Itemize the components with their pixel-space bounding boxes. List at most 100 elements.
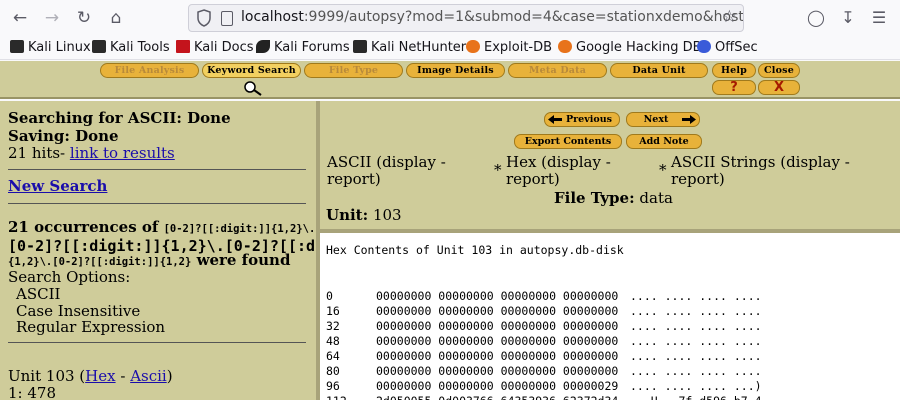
tab-image-details[interactable]: Image Details <box>406 63 505 78</box>
strings-report-link[interactable]: report <box>671 170 719 188</box>
hex-row-off: 64 <box>326 349 340 363</box>
search-options-label: Search Options: <box>8 268 131 286</box>
bookmark-label: Exploit-DB <box>484 40 553 55</box>
divider <box>8 169 306 170</box>
tab-keyword-search[interactable]: Keyword Search <box>202 63 301 78</box>
hex-row-ascii: .... .... .... ...) <box>630 379 762 393</box>
ascii-display-link[interactable]: display <box>382 153 436 171</box>
kali-forums-icon <box>256 40 270 53</box>
strings-report-line: report) <box>671 170 725 188</box>
hex-row-hex: 00000000 00000000 00000000 00000000 <box>376 334 619 348</box>
hex-row-ascii: .... .... .... .... <box>630 334 762 348</box>
hex-row-hex: 00000000 00000000 00000000 00000000 <box>376 364 619 378</box>
hex-row-ascii: .... .... .... .... <box>630 289 762 303</box>
tab-meta-data[interactable]: Meta Data <box>508 63 607 78</box>
hex-row-off: 80 <box>326 364 340 378</box>
page-icon[interactable] <box>221 11 233 26</box>
right-arrow-icon <box>682 115 696 124</box>
search-status: Searching for ASCII: Done <box>8 109 231 127</box>
bookmark-kali-forums[interactable]: Kali Forums <box>256 40 350 55</box>
kali-dragon-icon <box>92 40 106 53</box>
left-arrow-icon <box>548 115 562 124</box>
hex-row-ascii: .... .... .... .... <box>630 364 762 378</box>
hex-row-ascii: .... .... .... .... <box>630 319 762 333</box>
hex-row-off: 32 <box>326 319 340 333</box>
bookmark-label: Kali Docs <box>194 40 254 55</box>
hex-row-hex: 00000000 00000000 00000000 00000000 <box>376 349 619 363</box>
saving-status: Saving: Done <box>8 127 119 145</box>
hex-row-off: 48 <box>326 334 340 348</box>
hex-selected-marker: * <box>494 161 502 179</box>
magnifier-icon[interactable] <box>240 80 264 96</box>
autopsy-menu-bar: File Analysis Keyword Search File Type I… <box>0 61 900 99</box>
bookmark-label: Kali Linux <box>28 40 91 55</box>
hex-row-hex: 00000000 00000000 00000000 00000000 <box>376 319 619 333</box>
unit-view-header: Previous Next Export Contents Add Note A… <box>320 101 900 229</box>
hex-row-hex: 00000000 00000000 00000000 00000000 <box>376 304 619 318</box>
download-icon[interactable]: ↧ <box>836 6 860 30</box>
bookmark-kali-docs[interactable]: Kali Docs <box>176 40 254 55</box>
add-note-button[interactable]: Add Note <box>626 134 702 149</box>
bookmark-exploit-db[interactable]: Exploit-DB <box>466 40 552 55</box>
hex-report-link[interactable]: report <box>506 170 554 188</box>
ascii-view-option: ASCII (display - <box>327 153 446 171</box>
menu-icon[interactable]: ☰ <box>867 6 891 30</box>
hex-view-option: Hex (display - <box>506 153 611 171</box>
hits-line: 21 hits- link to results <box>8 144 175 162</box>
divider <box>8 342 306 343</box>
tab-file-analysis[interactable]: File Analysis <box>100 63 199 78</box>
left-results-frame: Searching for ASCII: Done Saving: Done 2… <box>0 101 378 400</box>
close-button[interactable]: X <box>758 80 800 95</box>
bookmarks-bar: Kali Linux Kali Tools Kali Docs Kali For… <box>0 36 900 60</box>
bookmark-kali-nethunter[interactable]: Kali NetHunter <box>353 40 466 55</box>
hex-row-off: 16 <box>326 304 340 318</box>
forward-arrow-icon[interactable]: → <box>40 6 64 30</box>
offsec-icon <box>697 40 711 53</box>
kali-docs-icon <box>176 40 190 53</box>
url-text[interactable]: localhost:9999/autopsy?mod=1&submod=4&ca… <box>241 9 743 25</box>
previous-button[interactable]: Previous <box>544 112 620 127</box>
unit-offset: 1: 478 <box>8 384 56 400</box>
kali-dragon-icon <box>353 40 367 53</box>
option-regex: Regular Expression <box>16 318 166 336</box>
hex-row-hex: 00000000 00000000 00000000 00000000 <box>376 289 619 303</box>
browser-toolbar: ← → ↻ ⌂ localhost:9999/autopsy?mod=1&sub… <box>0 0 900 36</box>
home-icon[interactable]: ⌂ <box>104 6 128 30</box>
strings-view-option: ASCII Strings (display - <box>671 153 850 171</box>
ascii-report-link[interactable]: report <box>327 170 375 188</box>
bookmark-star-icon[interactable]: ☆ <box>722 7 737 27</box>
ascii-report-line: report) <box>327 170 381 188</box>
new-search-link[interactable]: New Search <box>8 177 107 195</box>
bookmark-label: Kali NetHunter <box>371 40 467 55</box>
tab-help[interactable]: Help <box>712 63 756 78</box>
occurrences-line-1: 21 occurrences of [0-2]?[[:digit:]]{1,2}… <box>8 218 316 236</box>
bookmark-kali-tools[interactable]: Kali Tools <box>92 40 170 55</box>
hex-row-off: 96 <box>326 379 340 393</box>
file-type: File Type: data <box>554 189 673 207</box>
back-arrow-icon[interactable]: ← <box>8 6 32 30</box>
url-bar[interactable]: localhost:9999/autopsy?mod=1&submod=4&ca… <box>188 4 744 32</box>
unit-result: Unit 103 (Hex - Ascii) <box>8 367 173 385</box>
bookmark-label: Kali Forums <box>274 40 350 55</box>
tab-data-unit[interactable]: Data Unit <box>610 63 708 78</box>
bookmark-kali-linux[interactable]: Kali Linux <box>10 40 91 55</box>
export-contents-button[interactable]: Export Contents <box>514 134 622 149</box>
next-button[interactable]: Next <box>626 112 700 127</box>
pocket-icon[interactable]: ◯ <box>804 6 828 30</box>
tab-close[interactable]: Close <box>758 63 800 78</box>
link-to-results[interactable]: link to results <box>70 144 175 162</box>
bookmark-google-hacking-db[interactable]: Google Hacking DB <box>558 40 702 55</box>
tab-file-type[interactable]: File Type <box>304 63 403 78</box>
strings-display-link[interactable]: display <box>786 153 840 171</box>
reload-icon[interactable]: ↻ <box>72 6 96 30</box>
help-button[interactable]: ? <box>712 80 756 95</box>
unit-hex-link[interactable]: Hex <box>85 367 115 385</box>
hex-row-hex: 2d050055 0d003766 64353936 62372d34 <box>376 394 618 400</box>
occurrences-line-3: {1,2}\.[0-2]?[[:digit:]]{1,2} were found <box>8 251 291 269</box>
hex-row-ascii: .... .... .... .... <box>630 349 762 363</box>
kali-dragon-icon <box>10 40 24 53</box>
bookmark-offsec[interactable]: OffSec <box>697 40 758 55</box>
divider <box>8 203 306 204</box>
shield-icon[interactable] <box>197 9 211 27</box>
unit-ascii-link[interactable]: Ascii <box>130 367 167 385</box>
